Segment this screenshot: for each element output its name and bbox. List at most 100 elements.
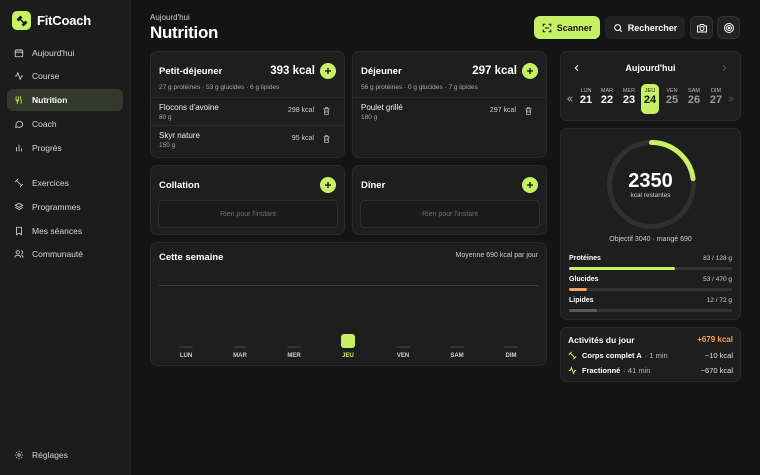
- trash-icon[interactable]: [524, 106, 533, 116]
- calories-remaining: 2350: [628, 170, 673, 192]
- trash-icon[interactable]: [322, 134, 331, 144]
- week-goal-line: [159, 285, 538, 286]
- food-row[interactable]: Poulet grillé 180 g 297 kcal: [353, 97, 546, 125]
- calendar-day[interactable]: MER 23: [620, 84, 638, 114]
- week-day-label: MER: [287, 353, 301, 359]
- sidebar-item-community[interactable]: Communauté: [7, 243, 123, 265]
- search-button[interactable]: Rechercher: [605, 16, 685, 39]
- double-chevron-right-icon[interactable]: [727, 95, 735, 103]
- calendar-day[interactable]: DIM 27: [707, 84, 725, 114]
- add-breakfast-button[interactable]: [320, 63, 336, 79]
- activity-duration: · 41 min: [623, 365, 651, 375]
- calendar-day[interactable]: LUN 21: [577, 84, 595, 114]
- dumbbell-icon: [568, 351, 577, 359]
- calendar-day-number: 21: [579, 94, 593, 106]
- calendar-day[interactable]: SAM 26: [685, 84, 703, 114]
- sidebar-item-today[interactable]: Aujourd'hui: [7, 42, 123, 64]
- week-day-label: DIM: [505, 353, 517, 359]
- week-day-bar-mon: [178, 346, 194, 348]
- week-day-label: SAM: [450, 353, 464, 359]
- meal-macros: 27 g protéines · 53 g glucides · 6 g lip…: [159, 84, 280, 91]
- calendar-day-today[interactable]: JEU 24: [641, 84, 659, 114]
- sidebar-item-coach[interactable]: Coach: [7, 113, 123, 135]
- activity-kcal: ~670 kcal: [700, 365, 733, 375]
- week-card: Cette semaine Moyenne 690 kcal par jour …: [150, 242, 547, 366]
- week-day-label: JEU: [342, 353, 354, 359]
- trash-icon[interactable]: [322, 106, 331, 116]
- sidebar-item-label: Programmes: [32, 202, 81, 212]
- activity-row[interactable]: Fractionné · 41 min ~670 kcal: [568, 364, 733, 376]
- food-qty: 180 g: [361, 114, 378, 121]
- calories-remaining-label: kcal restantes: [630, 192, 671, 199]
- sidebar-item-exercises[interactable]: Exercices: [7, 172, 123, 194]
- meal-title: Déjeuner: [361, 66, 402, 77]
- scan-label: Scanner: [556, 22, 593, 33]
- bookmark-icon: [16, 226, 22, 236]
- plus-icon: [325, 68, 331, 74]
- meal-card-dinner: Dîner Rien pour l'instant: [352, 165, 547, 235]
- activity-row[interactable]: Corps complet A · 1 min ~10 kcal: [568, 349, 733, 361]
- meal-kcal: 297 kcal: [472, 65, 517, 77]
- sidebar-item-label: Communauté: [32, 249, 84, 259]
- activities-card: Activités du jour +679 kcal Corps comple…: [560, 327, 741, 382]
- week-day-bar-sun: [503, 346, 519, 348]
- macro-fill: [569, 288, 587, 291]
- calendar-card: Aujourd'hui LUN 21 MAR 22 MER 23 JEU 24 VEN 2…: [560, 51, 741, 121]
- meal-macros: 56 g protéines · 0 g glucides · 7 g lipi…: [361, 84, 478, 91]
- add-lunch-button[interactable]: [522, 63, 538, 79]
- calendar-day[interactable]: VEN 25: [663, 84, 681, 114]
- add-snack-button[interactable]: [320, 177, 336, 193]
- add-dinner-button[interactable]: [522, 177, 538, 193]
- camera-button[interactable]: [690, 16, 713, 39]
- macro-name: Lipides: [569, 297, 594, 304]
- meal-card-snack: Collation Rien pour l'instant: [150, 165, 345, 235]
- week-average: Moyenne 690 kcal par jour: [455, 252, 539, 259]
- week-day-label: LUN: [179, 353, 193, 359]
- users-icon: [14, 250, 24, 258]
- macro-fill: [569, 309, 597, 312]
- macro-track: [569, 309, 732, 312]
- week-day-bar-wed: [286, 346, 302, 348]
- week-day-label: VEN: [396, 353, 410, 359]
- macro-name: Glucides: [569, 276, 599, 283]
- sidebar-item-settings[interactable]: Réglages: [7, 444, 123, 466]
- scan-button[interactable]: Scanner: [534, 16, 600, 39]
- sidebar-item-progress[interactable]: Progrès: [7, 137, 123, 159]
- double-chevron-left-icon[interactable]: [566, 95, 574, 103]
- utensils-icon: [15, 95, 22, 104]
- activity-icon: [14, 71, 24, 81]
- calendar-day-number: 25: [665, 94, 679, 106]
- activity-duration: · 1 min: [644, 350, 668, 360]
- meal-title: Collation: [159, 180, 200, 191]
- food-row[interactable]: Skyr nature 150 g 95 kcal: [151, 125, 344, 153]
- macro-value: 83 / 128 g: [703, 255, 732, 262]
- calendar-day[interactable]: MAR 22: [598, 84, 616, 114]
- target-button[interactable]: [717, 16, 740, 39]
- macro-carbs: Glucides 53 / 470 g: [569, 276, 732, 294]
- sidebar: FitCoach Aujourd'hui Course Nutrition Co…: [0, 0, 131, 475]
- sidebar-item-course[interactable]: Course: [7, 65, 123, 87]
- meal-kcal: 393 kcal: [270, 65, 315, 77]
- sidebar-item-nutrition[interactable]: Nutrition: [7, 89, 123, 111]
- chevron-right-icon[interactable]: [720, 64, 728, 72]
- sidebar-item-label: Réglages: [32, 450, 68, 460]
- macro-track: [569, 267, 732, 270]
- week-day-label: MAR: [233, 353, 247, 359]
- sidebar-item-label: Nutrition: [32, 95, 68, 105]
- activities-total: +679 kcal: [697, 335, 733, 344]
- meal-title: Dîner: [361, 180, 386, 191]
- food-kcal: 298 kcal: [287, 107, 314, 114]
- empty-state: Rien pour l'instant: [360, 200, 540, 228]
- brand[interactable]: FitCoach: [12, 11, 91, 30]
- plus-icon: [325, 182, 331, 188]
- food-row[interactable]: Flocons d'avoine 80 g 298 kcal: [151, 97, 344, 125]
- week-day-bar-tue: [232, 346, 248, 348]
- search-label: Rechercher: [627, 22, 678, 33]
- food-qty: 150 g: [159, 142, 176, 149]
- food-kcal: 95 kcal: [291, 135, 314, 142]
- sidebar-item-sessions[interactable]: Mes séances: [7, 220, 123, 242]
- sidebar-item-programs[interactable]: Programmes: [7, 196, 123, 218]
- food-name: Skyr nature: [159, 131, 200, 140]
- calorie-summary-card: 2350 kcal restantes Objectif 3040 · mang…: [560, 128, 741, 320]
- calendar-day-number: 27: [709, 94, 723, 106]
